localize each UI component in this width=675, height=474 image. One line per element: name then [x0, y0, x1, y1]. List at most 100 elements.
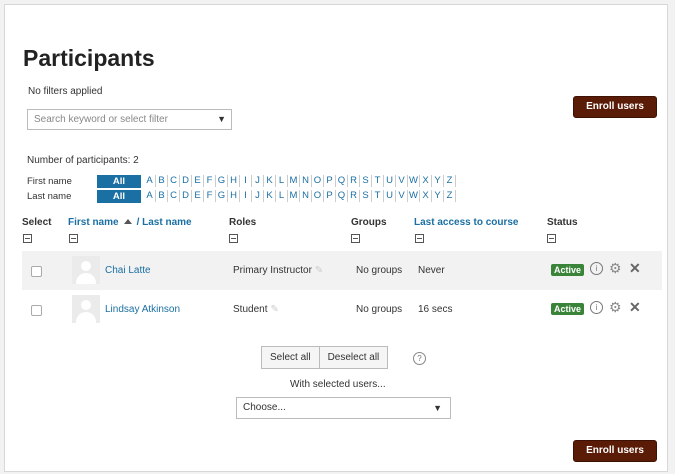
edit-pencil-icon[interactable]: ✎ — [270, 304, 278, 315]
last-name-initials-label: Last name — [27, 190, 72, 202]
initial-letter[interactable]: C — [168, 175, 180, 187]
initial-letter[interactable]: W — [408, 175, 420, 187]
initial-letter[interactable]: K — [264, 175, 276, 187]
initial-letter[interactable]: W — [408, 190, 420, 202]
initial-letter[interactable]: Q — [336, 175, 348, 187]
header-last-name-label[interactable]: / Last name — [137, 217, 192, 228]
collapse-column-icon[interactable] — [415, 234, 424, 243]
initial-letter[interactable]: C — [168, 190, 180, 202]
initial-letter[interactable]: L — [276, 190, 288, 202]
initial-letter[interactable]: L — [276, 175, 288, 187]
initial-letter[interactable]: R — [348, 175, 360, 187]
status-badge: Active — [551, 303, 585, 315]
initial-letter[interactable]: S — [360, 175, 372, 187]
selection-button-group: Select all Deselect all — [261, 346, 389, 369]
initial-letter[interactable]: J — [252, 175, 264, 187]
role-text: Student — [233, 304, 268, 315]
info-icon[interactable]: i — [590, 262, 603, 275]
initial-letter[interactable]: Z — [444, 175, 456, 187]
page-title: Participants — [23, 45, 155, 71]
initial-letter[interactable]: N — [300, 190, 312, 202]
first-name-initials-label: First name — [27, 175, 72, 187]
gear-icon[interactable]: ⚙ — [609, 260, 622, 277]
initial-letter[interactable]: Y — [432, 190, 444, 202]
participant-name-link[interactable]: Chai Latte — [105, 265, 151, 276]
initial-letter[interactable]: I — [240, 190, 252, 202]
gear-icon[interactable]: ⚙ — [609, 299, 622, 316]
info-icon[interactable]: i — [590, 301, 603, 314]
initial-letter[interactable]: Q — [336, 190, 348, 202]
initial-letter[interactable]: I — [240, 175, 252, 187]
initial-letter[interactable]: G — [216, 190, 228, 202]
initial-letter[interactable]: X — [420, 175, 432, 187]
initial-letter[interactable]: E — [192, 190, 204, 202]
initial-letter[interactable]: M — [288, 190, 300, 202]
participant-last-access: Never — [418, 265, 445, 276]
table-row: Chai Latte Primary Instructor ✎ No groups… — [22, 251, 662, 290]
initial-letter[interactable]: D — [180, 175, 192, 187]
help-icon[interactable]: ? — [413, 352, 426, 365]
initial-letter[interactable]: U — [384, 175, 396, 187]
initial-letter[interactable]: P — [324, 190, 336, 202]
initial-letter[interactable]: X — [420, 190, 432, 202]
row-select-checkbox[interactable] — [31, 305, 42, 316]
initial-letter[interactable]: K — [264, 190, 276, 202]
enroll-users-button[interactable]: Enroll users — [573, 96, 657, 118]
initial-letter[interactable]: O — [312, 175, 324, 187]
collapse-column-icon[interactable] — [229, 234, 238, 243]
header-first-name[interactable]: First name / Last name — [68, 217, 192, 228]
initial-letter[interactable]: H — [228, 175, 240, 187]
initial-letter[interactable]: S — [360, 190, 372, 202]
search-filter-select[interactable]: Search keyword or select filter ▼ — [27, 109, 232, 130]
initial-letter[interactable]: J — [252, 190, 264, 202]
dropdown-caret-icon: ▼ — [433, 403, 442, 413]
dropdown-caret-icon: ▼ — [217, 114, 226, 124]
initial-letter[interactable]: V — [396, 190, 408, 202]
initial-letter[interactable]: B — [156, 175, 168, 187]
collapse-column-icon[interactable] — [547, 234, 556, 243]
initial-letter[interactable]: N — [300, 175, 312, 187]
deselect-all-button[interactable]: Deselect all — [319, 346, 389, 369]
edit-pencil-icon[interactable]: ✎ — [315, 265, 323, 276]
header-first-name-label[interactable]: First name — [68, 217, 119, 228]
bulk-action-value: Choose... — [243, 402, 286, 413]
participants-card: Participants No filters applied Search k… — [4, 4, 668, 472]
participant-groups: No groups — [356, 304, 403, 315]
collapse-column-icon[interactable] — [69, 234, 78, 243]
initial-letter[interactable]: E — [192, 175, 204, 187]
last-initial-letters: ABCDEFGHIJKLMNOPQRSTUVWXYZ — [144, 190, 456, 202]
initial-letter[interactable]: O — [312, 190, 324, 202]
close-icon[interactable]: ✕ — [629, 299, 641, 316]
initial-letter[interactable]: Z — [444, 190, 456, 202]
participant-last-access: 16 secs — [418, 304, 453, 315]
initial-letter[interactable]: V — [396, 175, 408, 187]
collapse-column-icon[interactable] — [351, 234, 360, 243]
initial-letter[interactable]: F — [204, 175, 216, 187]
initial-letter[interactable]: U — [384, 190, 396, 202]
participant-name-link[interactable]: Lindsay Atkinson — [105, 304, 180, 315]
initial-letter[interactable]: B — [156, 190, 168, 202]
initial-letter[interactable]: A — [144, 190, 156, 202]
last-initial-all[interactable]: All — [97, 189, 141, 203]
close-icon[interactable]: ✕ — [629, 260, 641, 277]
initial-letter[interactable]: G — [216, 175, 228, 187]
initial-letter[interactable]: D — [180, 190, 192, 202]
initial-letter[interactable]: F — [204, 190, 216, 202]
select-all-button[interactable]: Select all — [261, 346, 320, 369]
role-text: Primary Instructor — [233, 265, 312, 276]
initial-letter[interactable]: T — [372, 175, 384, 187]
initial-letter[interactable]: Y — [432, 175, 444, 187]
initial-letter[interactable]: H — [228, 190, 240, 202]
bulk-action-select[interactable]: Choose... ▼ — [236, 397, 451, 419]
last-name-initials-bar: Last name All ABCDEFGHIJKLMNOPQRSTUVWXYZ — [27, 189, 456, 203]
initial-letter[interactable]: M — [288, 175, 300, 187]
initial-letter[interactable]: R — [348, 190, 360, 202]
first-initial-all[interactable]: All — [97, 174, 141, 188]
enroll-users-button-bottom[interactable]: Enroll users — [573, 440, 657, 462]
initial-letter[interactable]: P — [324, 175, 336, 187]
collapse-column-icon[interactable] — [23, 234, 32, 243]
header-last-access[interactable]: Last access to course — [414, 217, 519, 228]
initial-letter[interactable]: A — [144, 175, 156, 187]
row-select-checkbox[interactable] — [31, 266, 42, 277]
initial-letter[interactable]: T — [372, 190, 384, 202]
